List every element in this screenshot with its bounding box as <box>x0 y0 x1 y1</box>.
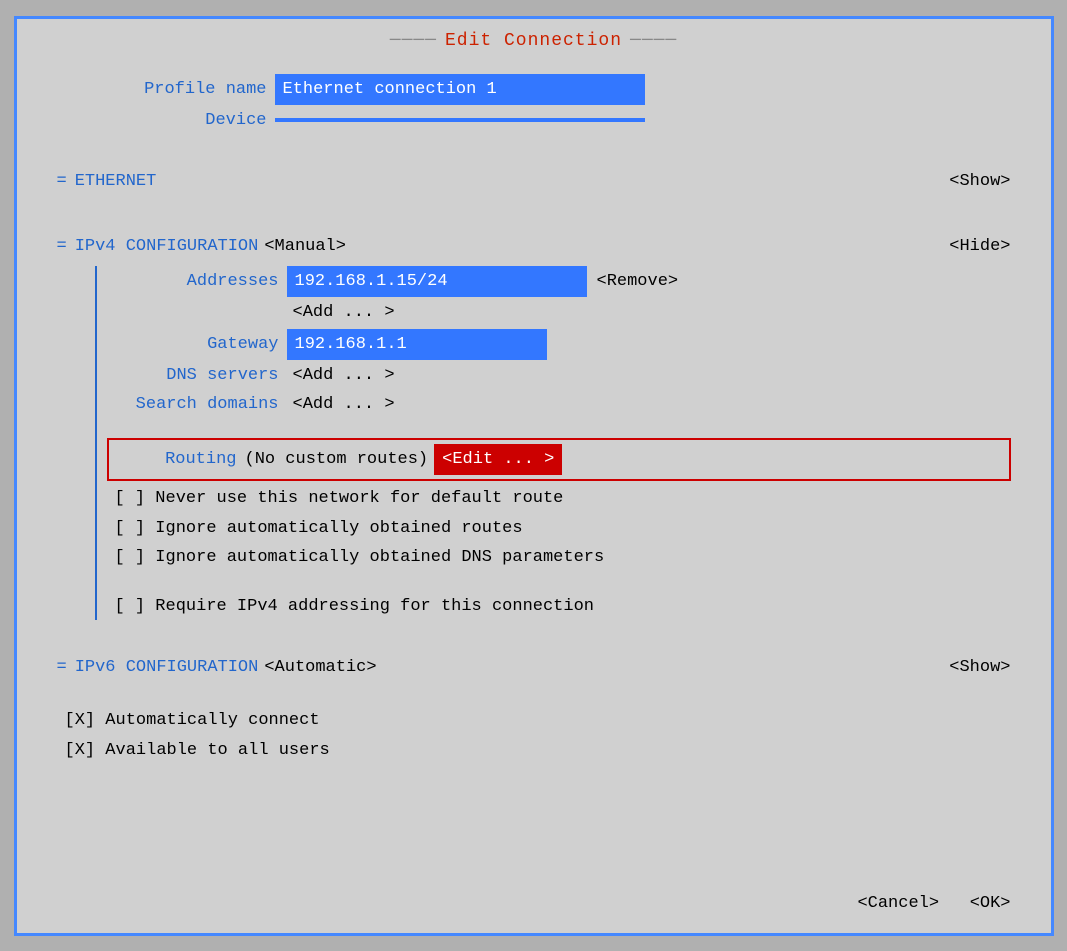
ipv6-section: = IPv6 CONFIGURATION <Automatic> <Show> <box>57 654 1011 681</box>
addresses-remove-button[interactable]: <Remove> <box>597 268 679 295</box>
routing-text: (No custom routes) <box>245 446 429 473</box>
gateway-input[interactable]: 192.168.1.1 <box>287 329 547 360</box>
search-domains-row: Search domains <Add ... > <box>107 391 1011 418</box>
edit-connection-window: Edit Connection Profile name Ethernet co… <box>14 16 1054 936</box>
gateway-row: Gateway 192.168.1.1 <box>107 329 1011 360</box>
checkbox-require-ipv4[interactable]: [ ] Require IPv4 addressing for this con… <box>107 593 1011 620</box>
ipv4-section: = IPv4 CONFIGURATION <Manual> <Hide> <box>57 233 1011 260</box>
ethernet-section: = ETHERNET <Show> <box>57 168 1011 195</box>
device-row: Device <box>57 107 1011 134</box>
available-users-checkbox[interactable]: [X] Available to all users <box>57 737 1011 764</box>
profile-name-row: Profile name Ethernet connection 1 <box>57 74 1011 105</box>
window-title: Edit Connection <box>17 31 1051 51</box>
search-domains-label: Search domains <box>107 391 279 418</box>
addresses-input[interactable]: 192.168.1.15/24 <box>287 266 587 297</box>
checkbox-never-default-route[interactable]: [ ] Never use this network for default r… <box>107 485 1011 512</box>
addresses-row: Addresses 192.168.1.15/24 <Remove> <box>107 266 1011 297</box>
routing-edit-button[interactable]: <Edit ... > <box>434 444 562 475</box>
dns-add-button[interactable]: <Add ... > <box>293 362 395 389</box>
addresses-label: Addresses <box>107 268 279 295</box>
search-domains-add-button[interactable]: <Add ... > <box>293 391 395 418</box>
addresses-add-row: <Add ... > <box>107 299 1011 326</box>
ipv6-show-button[interactable]: <Show> <box>949 654 1010 681</box>
routing-label: Routing <box>117 446 237 473</box>
dns-label: DNS servers <box>107 362 279 389</box>
dns-row: DNS servers <Add ... > <box>107 362 1011 389</box>
addresses-add-button[interactable]: <Add ... > <box>293 299 395 326</box>
routing-row: Routing (No custom routes) <Edit ... > <box>107 438 1011 481</box>
gateway-label: Gateway <box>107 331 279 358</box>
ipv4-config-block: Addresses 192.168.1.15/24 <Remove> <Add … <box>95 266 1011 620</box>
device-label: Device <box>57 107 267 134</box>
ethernet-section-name: ETHERNET <box>75 168 157 195</box>
ipv6-section-name: IPv6 CONFIGURATION <box>75 654 259 681</box>
profile-name-label: Profile name <box>57 76 267 103</box>
device-input[interactable] <box>275 118 645 122</box>
auto-connect-checkbox[interactable]: [X] Automatically connect <box>57 707 1011 734</box>
ipv4-mode[interactable]: <Manual> <box>264 233 346 260</box>
checkbox-ignore-routes[interactable]: [ ] Ignore automatically obtained routes <box>107 515 1011 542</box>
ethernet-show-button[interactable]: <Show> <box>949 168 1010 195</box>
ipv6-mode[interactable]: <Automatic> <box>264 654 376 681</box>
ipv4-hide-button[interactable]: <Hide> <box>949 233 1010 260</box>
cancel-button[interactable]: <Cancel> <box>857 894 939 913</box>
ok-button[interactable]: <OK> <box>970 894 1011 913</box>
checkbox-ignore-dns[interactable]: [ ] Ignore automatically obtained DNS pa… <box>107 544 1011 571</box>
profile-name-input[interactable]: Ethernet connection 1 <box>275 74 645 105</box>
ipv4-section-name: IPv4 CONFIGURATION <box>75 233 259 260</box>
bottom-actions: <Cancel> <OK> <box>857 894 1010 913</box>
